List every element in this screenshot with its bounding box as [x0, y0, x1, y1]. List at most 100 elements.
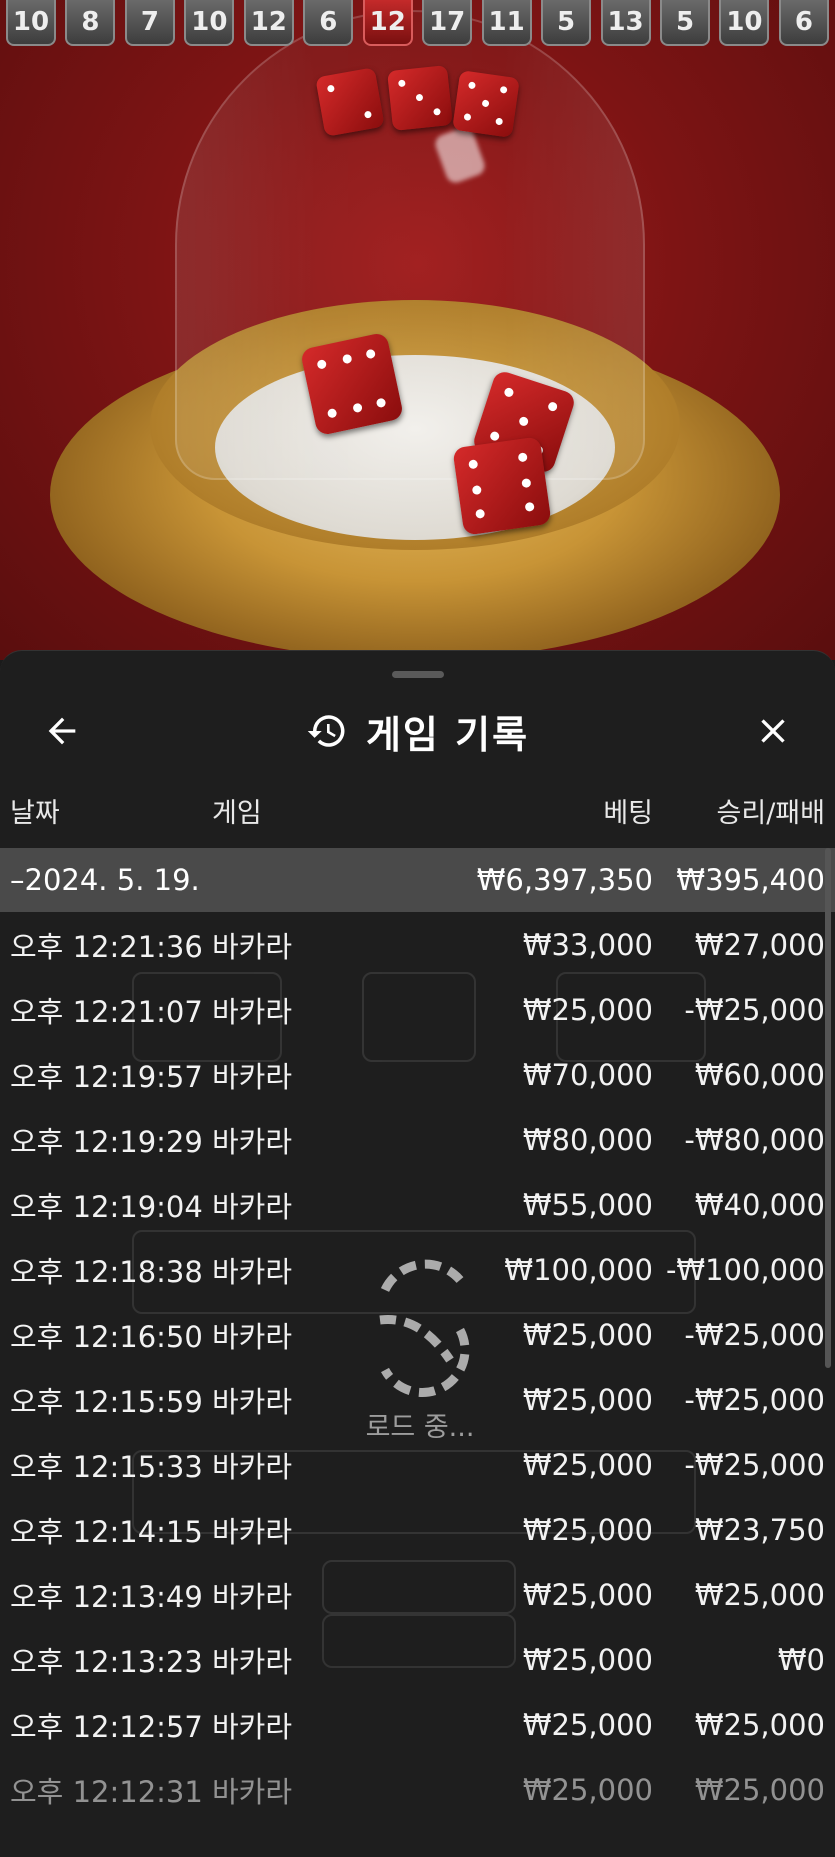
row-time: 오후 12:13:49	[10, 1579, 203, 1614]
row-bet: ₩70,000	[522, 1057, 653, 1092]
table-row[interactable]: 오후 12:19:57 바카라 ₩70,000 ₩60,000	[0, 1042, 835, 1107]
results-history-strip: 10 8 7 10 12 6 12 17 11 5 13 5 10 6	[0, 0, 835, 46]
row-time: 오후 12:16:50	[10, 1319, 203, 1354]
row-time: 오후 12:15:33	[10, 1449, 203, 1484]
row-time: 오후 12:21:07	[10, 994, 203, 1029]
row-time: 오후 12:18:38	[10, 1254, 203, 1289]
column-win-loss: 승리/패배	[716, 798, 825, 829]
result-strip-cell: 10	[184, 0, 235, 46]
row-result: -₩25,000	[684, 992, 825, 1027]
table-row[interactable]: 오후 12:19:04 바카라 ₩55,000 ₩40,000	[0, 1172, 835, 1237]
row-game: 바카라	[212, 994, 293, 1029]
date-group-win-total: ₩395,400	[676, 863, 825, 897]
row-bet: ₩25,000	[522, 1772, 653, 1807]
spinner-icon	[379, 1259, 470, 1397]
row-time: 오후 12:15:59	[10, 1384, 203, 1419]
column-bet: 베팅	[603, 798, 653, 829]
row-game: 바카라	[212, 1709, 293, 1744]
row-bet: ₩55,000	[522, 1187, 653, 1222]
table-row[interactable]: 오후 12:14:15 바카라 ₩25,000 ₩23,750	[0, 1497, 835, 1562]
row-bet: ₩25,000	[522, 992, 653, 1027]
close-x-icon	[761, 719, 785, 743]
row-game: 바카라	[212, 1449, 293, 1484]
table-row[interactable]: 오후 12:21:07 바카라 ₩25,000 -₩25,000	[0, 977, 835, 1042]
result-strip-cell: 10	[719, 0, 770, 46]
result-die-icon	[452, 70, 520, 138]
loading-text: 로드 중...	[365, 1412, 475, 1443]
row-game: 바카라	[212, 1774, 293, 1809]
row-result: ₩40,000	[694, 1187, 825, 1222]
row-game: 바카라	[212, 1384, 293, 1419]
row-game: 바카라	[212, 1059, 293, 1094]
row-time: 오후 12:13:23	[10, 1644, 203, 1679]
row-game: 바카라	[212, 1189, 293, 1224]
row-bet: ₩25,000	[522, 1707, 653, 1742]
result-strip-cell: 12	[243, 0, 294, 46]
live-video-stage: 10 8 7 10 12 6 12 17 11 5 13 5 10 6	[0, 0, 835, 660]
row-time: 오후 12:14:15	[10, 1514, 203, 1549]
result-strip-cell: 10	[6, 0, 56, 46]
result-strip-cell: 7	[124, 0, 175, 46]
table-row[interactable]: 오후 12:13:23 바카라 ₩25,000 ₩0	[0, 1627, 835, 1692]
row-bet: ₩25,000	[522, 1642, 653, 1677]
row-result: -₩25,000	[684, 1317, 825, 1352]
row-result: ₩27,000	[694, 927, 825, 962]
sheet-title-group: 게임 기록	[0, 705, 835, 757]
row-bet: ₩25,000	[522, 1577, 653, 1612]
row-game: 바카라	[212, 1514, 293, 1549]
row-time: 오후 12:12:31	[10, 1774, 203, 1809]
result-strip-cell: 11	[481, 0, 532, 46]
row-result: -₩100,000	[665, 1252, 825, 1287]
row-time: 오후 12:19:57	[10, 1059, 203, 1094]
result-strip-cell: 5	[659, 0, 710, 46]
row-bet: ₩80,000	[522, 1122, 653, 1157]
row-time: 오후 12:19:04	[10, 1189, 203, 1224]
result-strip-cell: 6	[303, 0, 354, 46]
result-die-icon	[315, 67, 385, 137]
row-result: ₩25,000	[694, 1772, 825, 1807]
sheet-header: 게임 기록	[0, 691, 835, 771]
row-bet: ₩25,000	[522, 1447, 653, 1482]
table-row[interactable]: 오후 12:12:57 바카라 ₩25,000 ₩25,000	[0, 1692, 835, 1757]
result-strip-cell: 17	[422, 0, 473, 46]
row-result: -₩25,000	[684, 1382, 825, 1417]
row-result: ₩23,750	[694, 1512, 825, 1547]
date-group-label: –2024. 5. 19.	[10, 863, 200, 897]
result-strip-cell: 6	[778, 0, 829, 46]
row-result: ₩25,000	[694, 1707, 825, 1742]
die-icon	[299, 331, 405, 437]
result-strip-cell: 8	[65, 0, 116, 46]
die-icon	[452, 436, 552, 536]
row-game: 바카라	[212, 1254, 293, 1289]
history-clock-icon	[307, 715, 345, 747]
row-bet: ₩25,000	[522, 1512, 653, 1547]
result-strip-cell: 12	[362, 0, 413, 46]
row-bet: ₩100,000	[504, 1252, 653, 1287]
row-time: 오후 12:19:29	[10, 1124, 203, 1159]
row-result: ₩25,000	[694, 1577, 825, 1612]
table-row[interactable]: 오후 12:12:31 바카라 ₩25,000 ₩25,000	[0, 1757, 835, 1822]
row-result: -₩25,000	[684, 1447, 825, 1482]
table-row[interactable]: 오후 12:21:36 바카라 ₩33,000 ₩27,000	[0, 912, 835, 977]
date-group-bet-total: ₩6,397,350	[476, 863, 653, 897]
row-game: 바카라	[212, 1124, 293, 1159]
table-row[interactable]: 오후 12:19:29 바카라 ₩80,000 -₩80,000	[0, 1107, 835, 1172]
scrollbar[interactable]	[825, 848, 831, 1368]
loading-indicator: 로드 중...	[340, 1240, 500, 1443]
date-group-row[interactable]: –2024. 5. 19. ₩6,397,350 ₩395,400	[0, 848, 835, 912]
result-strip-cell: 13	[600, 0, 651, 46]
row-game: 바카라	[212, 1644, 293, 1679]
row-game: 바카라	[212, 1319, 293, 1354]
row-bet: ₩25,000	[522, 1317, 653, 1352]
row-game: 바카라	[212, 1579, 293, 1614]
table-header: 날짜 게임 베팅 승리/패배	[0, 791, 835, 831]
page-title: 게임 기록	[365, 712, 530, 757]
sheet-grab-handle[interactable]	[392, 671, 444, 678]
column-date: 날짜	[10, 798, 60, 829]
table-row[interactable]: 오후 12:13:49 바카라 ₩25,000 ₩25,000	[0, 1562, 835, 1627]
result-die-icon	[387, 65, 453, 131]
row-game: 바카라	[212, 929, 293, 964]
row-time: 오후 12:21:36	[10, 929, 203, 964]
row-bet: ₩33,000	[522, 927, 653, 962]
close-button[interactable]	[747, 705, 799, 757]
